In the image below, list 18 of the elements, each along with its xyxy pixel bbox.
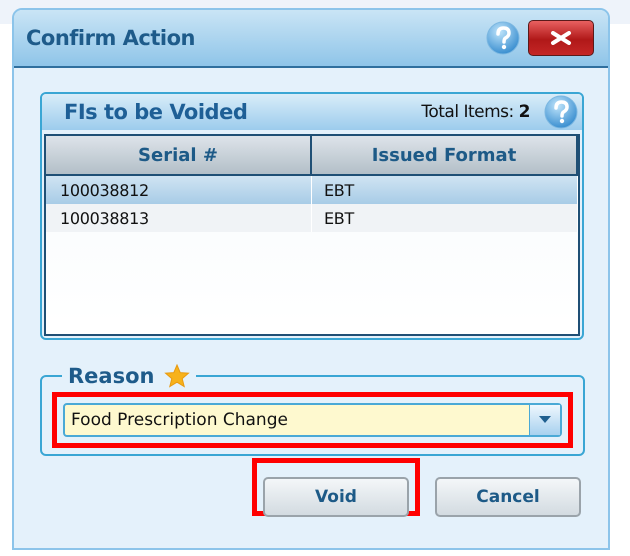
close-icon xyxy=(550,31,572,45)
column-header[interactable]: Issued Format xyxy=(312,136,578,174)
table-cell: 100038813 xyxy=(46,204,312,232)
dialog-button[interactable]: Cancel xyxy=(435,477,581,517)
reason-dropdown[interactable]: Food Prescription Change xyxy=(63,403,562,437)
column-header[interactable]: Serial # xyxy=(46,136,312,174)
dialog-button[interactable]: Void xyxy=(263,477,409,517)
reason-label: Reason xyxy=(68,364,154,388)
table-row[interactable]: 100038813 EBT xyxy=(46,204,578,232)
close-button[interactable] xyxy=(528,20,594,56)
table-cell: EBT xyxy=(312,204,578,232)
help-icon[interactable] xyxy=(486,21,520,55)
panel-title: FIs to be Voided xyxy=(64,100,248,124)
total-items: Total Items: 2 xyxy=(421,102,530,122)
window-title: Confirm Action xyxy=(26,26,196,50)
help-icon[interactable] xyxy=(544,95,578,129)
caret-icon xyxy=(539,416,551,424)
table-row[interactable]: 100038812 EBT xyxy=(46,176,578,204)
